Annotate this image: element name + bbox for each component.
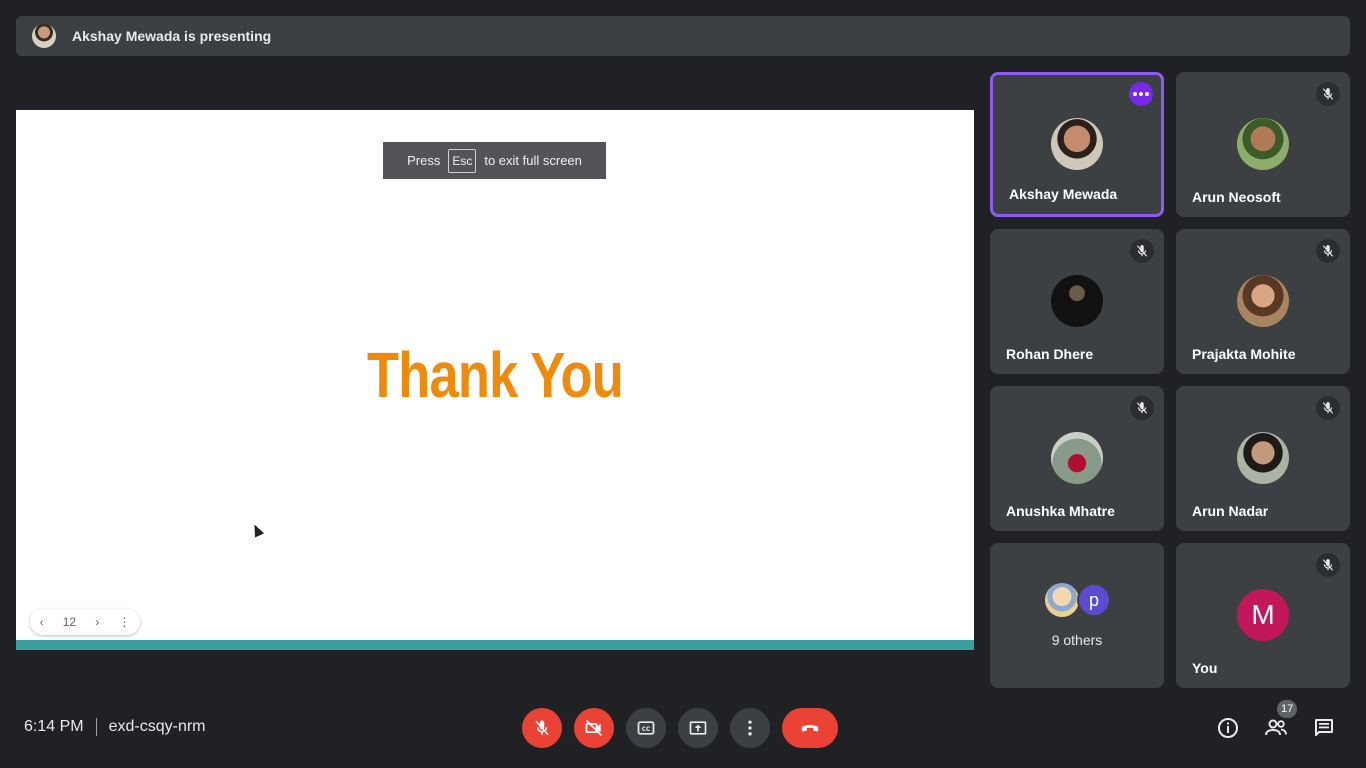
- slide-number: 12: [62, 615, 77, 629]
- svg-text:CC: CC: [642, 727, 651, 733]
- prev-slide-button[interactable]: ‹: [40, 615, 44, 629]
- participant-name: Akshay Mewada: [1009, 186, 1118, 202]
- slide-pager: ‹ 12 › ⋮: [30, 609, 140, 635]
- participant-name: Rohan Dhere: [1006, 346, 1094, 362]
- participant-name: Prajakta Mohite: [1192, 346, 1296, 362]
- other-participant-avatar: [1045, 583, 1079, 617]
- more-options-button[interactable]: [730, 708, 770, 748]
- participant-tile-akshay[interactable]: Akshay Mewada: [990, 72, 1164, 217]
- mic-off-icon: [1316, 553, 1340, 577]
- participant-tile-rohan[interactable]: Rohan Dhere: [990, 229, 1164, 374]
- mic-off-icon: [535, 720, 549, 736]
- participant-avatar: [1051, 118, 1103, 170]
- camera-toggle-button[interactable]: [574, 708, 614, 748]
- people-button[interactable]: [1262, 714, 1290, 742]
- chat-icon: [1315, 719, 1333, 736]
- present-screen-button[interactable]: [678, 708, 718, 748]
- participant-tile-arun-neosoft[interactable]: Arun Neosoft: [1176, 72, 1350, 217]
- participant-avatar: [1237, 275, 1289, 327]
- presenter-avatar: [32, 24, 56, 48]
- clock-time: 6:14 PM: [24, 718, 84, 735]
- mic-off-icon: [1130, 396, 1154, 420]
- present-screen-icon: [689, 721, 707, 735]
- participant-name: Anushka Mhatre: [1006, 503, 1115, 519]
- participants-count-badge: 17: [1277, 700, 1298, 718]
- info-icon: [1218, 718, 1238, 738]
- mic-off-icon: [1316, 396, 1340, 420]
- presentation-area: Press Esc to exit full screen Thank You …: [16, 110, 974, 650]
- mouse-cursor-icon: [249, 522, 265, 538]
- presenting-text: Akshay Mewada is presenting: [72, 28, 272, 44]
- slide-title: Thank You: [366, 339, 624, 411]
- more-vert-icon: [748, 720, 752, 736]
- hint-rest: to exit full screen: [484, 153, 582, 168]
- captions-button[interactable]: CC: [626, 708, 666, 748]
- meeting-details-button[interactable]: [1214, 714, 1242, 742]
- participant-avatar: [1051, 432, 1103, 484]
- others-count-label: 9 others: [1051, 632, 1103, 648]
- participant-tile-anushka[interactable]: Anushka Mhatre: [990, 386, 1164, 531]
- others-tile[interactable]: p 9 others: [990, 543, 1164, 688]
- participant-avatar: [1237, 118, 1289, 170]
- mic-toggle-button[interactable]: [522, 708, 562, 748]
- chat-button[interactable]: [1310, 714, 1338, 742]
- more-options-icon[interactable]: [1129, 82, 1153, 106]
- participant-name: Arun Neosoft: [1192, 189, 1281, 205]
- participant-name: You: [1192, 660, 1218, 676]
- divider: [95, 718, 97, 736]
- leave-call-button[interactable]: [782, 708, 838, 748]
- mic-off-icon: [1316, 82, 1340, 106]
- camera-off-icon: [585, 719, 603, 737]
- mic-off-icon: [1130, 239, 1154, 263]
- participant-tile-arun-nadar[interactable]: Arun Nadar: [1176, 386, 1350, 531]
- participant-tile-prajakta[interactable]: Prajakta Mohite: [1176, 229, 1350, 374]
- fullscreen-hint: Press Esc to exit full screen: [383, 142, 606, 179]
- meeting-code: exd-csqy-nrm: [108, 718, 206, 735]
- meeting-info: 6:14 PM exd-csqy-nrm: [24, 718, 206, 736]
- participant-name: Arun Nadar: [1192, 503, 1269, 519]
- self-avatar-initial: M: [1237, 589, 1289, 641]
- people-icon: [1265, 719, 1287, 736]
- slide-footer-stripe: [16, 640, 974, 650]
- participant-avatar: [1051, 275, 1103, 327]
- other-participant-initial: p: [1077, 583, 1111, 617]
- participant-tile-you[interactable]: M You: [1176, 543, 1350, 688]
- hint-press: Press: [407, 153, 441, 168]
- captions-icon: CC: [637, 721, 655, 735]
- mic-off-icon: [1316, 239, 1340, 263]
- participant-avatar: [1237, 432, 1289, 484]
- next-slide-button[interactable]: ›: [95, 615, 99, 629]
- slide-menu-button[interactable]: ⋮: [118, 615, 130, 629]
- presenting-banner: Akshay Mewada is presenting: [16, 16, 1350, 56]
- esc-key: Esc: [448, 148, 477, 173]
- end-call-icon: [801, 725, 819, 732]
